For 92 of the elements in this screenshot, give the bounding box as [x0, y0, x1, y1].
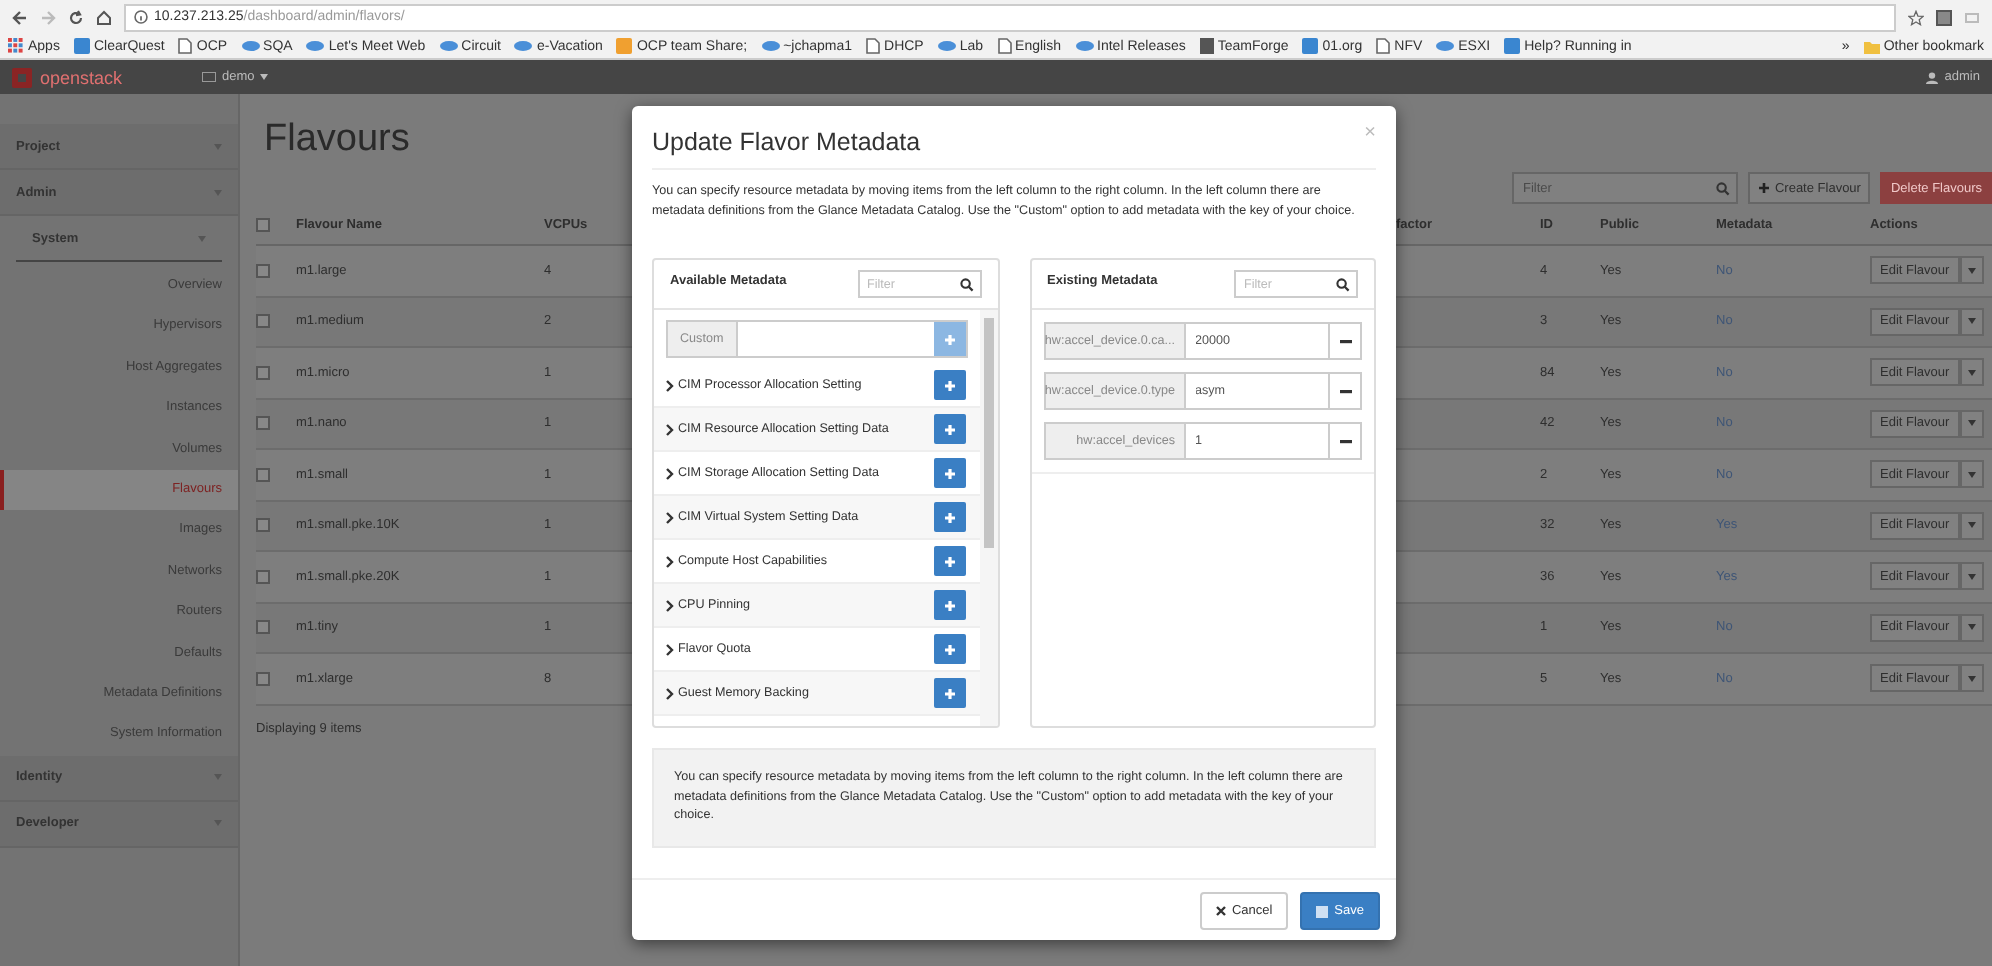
plus-icon — [941, 597, 957, 613]
dropdown-button[interactable] — [1959, 256, 1984, 285]
plus-icon — [941, 421, 957, 437]
add-button[interactable] — [933, 590, 965, 620]
tile-icon — [73, 38, 90, 54]
page-icon — [997, 38, 1012, 54]
caret-icon — [1967, 369, 1976, 376]
add-button[interactable] — [933, 414, 965, 444]
add-button[interactable] — [933, 370, 965, 400]
caret-icon — [1967, 267, 1976, 274]
plus-icon — [941, 685, 957, 701]
caret-icon — [260, 74, 269, 80]
apps-grid-icon — [8, 38, 24, 54]
plus-icon — [941, 377, 957, 393]
dropdown-button[interactable] — [1959, 409, 1984, 438]
row-checkbox[interactable] — [256, 569, 270, 584]
plus-icon — [941, 553, 957, 569]
dialog-title: Update Flavor Metadata — [652, 128, 921, 156]
globe-icon — [1436, 40, 1455, 52]
globe-icon — [1075, 40, 1094, 52]
dropdown-button[interactable] — [1959, 511, 1984, 540]
caret-icon — [1967, 573, 1976, 580]
search-icon — [959, 277, 973, 291]
search-icon — [1716, 181, 1731, 195]
page-icon — [1376, 38, 1391, 54]
add-button[interactable] — [933, 678, 965, 708]
scrollbar[interactable] — [979, 310, 997, 726]
globe-icon — [306, 40, 325, 52]
add-button[interactable] — [933, 634, 965, 664]
caret-icon — [1967, 420, 1976, 427]
chevron-icon — [666, 687, 674, 699]
close-icon — [1215, 906, 1226, 916]
chevron-icon — [666, 555, 674, 567]
chevron-icon — [666, 379, 674, 391]
star-icon[interactable] — [1908, 9, 1924, 25]
globe-icon — [761, 40, 780, 52]
row-checkbox[interactable] — [256, 518, 270, 533]
project-icon — [202, 72, 217, 82]
chevron-icon — [666, 423, 674, 435]
book-icon — [1199, 38, 1214, 54]
chevron-icon — [666, 599, 674, 611]
plus-icon — [1758, 182, 1771, 194]
dropdown-button[interactable] — [1959, 460, 1984, 489]
dropdown-button[interactable] — [1959, 613, 1984, 642]
dropdown-button[interactable] — [1959, 358, 1984, 387]
row-checkbox[interactable] — [256, 314, 270, 329]
info-icon — [134, 10, 148, 24]
caret-icon — [1967, 624, 1976, 631]
logo-icon — [12, 67, 32, 87]
row-checkbox[interactable] — [256, 671, 270, 686]
globe-icon — [937, 40, 956, 52]
caret-icon — [1967, 471, 1976, 478]
row-checkbox[interactable] — [256, 467, 270, 482]
dropdown-button[interactable] — [1959, 307, 1984, 336]
add-button[interactable] — [933, 502, 965, 532]
tile-icon — [1302, 38, 1319, 54]
plus-icon — [941, 641, 957, 657]
row-checkbox[interactable] — [256, 620, 270, 635]
user-icon — [1926, 71, 1939, 83]
plus-icon — [941, 509, 957, 525]
chevron-icon — [666, 511, 674, 523]
caret-icon — [1967, 675, 1976, 682]
row-checkbox[interactable] — [256, 365, 270, 380]
plus-icon — [941, 465, 957, 481]
chevron-icon — [666, 643, 674, 655]
back-icon[interactable] — [12, 9, 28, 25]
page-icon — [178, 38, 193, 54]
page-title: Flavours — [264, 118, 410, 164]
caret-icon — [1967, 318, 1976, 325]
select-all-checkbox[interactable] — [256, 217, 270, 231]
add-button[interactable] — [933, 546, 965, 576]
caret-icon — [1967, 522, 1976, 529]
minus-icon — [1339, 439, 1351, 443]
home-icon[interactable] — [96, 9, 112, 25]
globe-icon — [439, 40, 458, 52]
folder-icon — [1863, 39, 1880, 53]
globe-icon — [241, 40, 260, 52]
chevron-icon — [666, 467, 674, 479]
dropdown-button[interactable] — [1959, 562, 1984, 591]
globe-icon — [514, 40, 533, 52]
reload-icon[interactable] — [68, 9, 84, 25]
search-icon — [1336, 277, 1350, 291]
page-icon — [866, 38, 881, 54]
minus-icon — [1339, 339, 1351, 343]
logo-text: openstack — [40, 67, 123, 87]
dropdown-button[interactable] — [1959, 664, 1984, 693]
tile-icon — [1504, 38, 1521, 54]
tile-icon — [616, 38, 633, 54]
minus-icon — [1339, 389, 1351, 393]
add-button[interactable] — [933, 458, 965, 488]
row-checkbox[interactable] — [256, 263, 270, 278]
row-checkbox[interactable] — [256, 416, 270, 431]
